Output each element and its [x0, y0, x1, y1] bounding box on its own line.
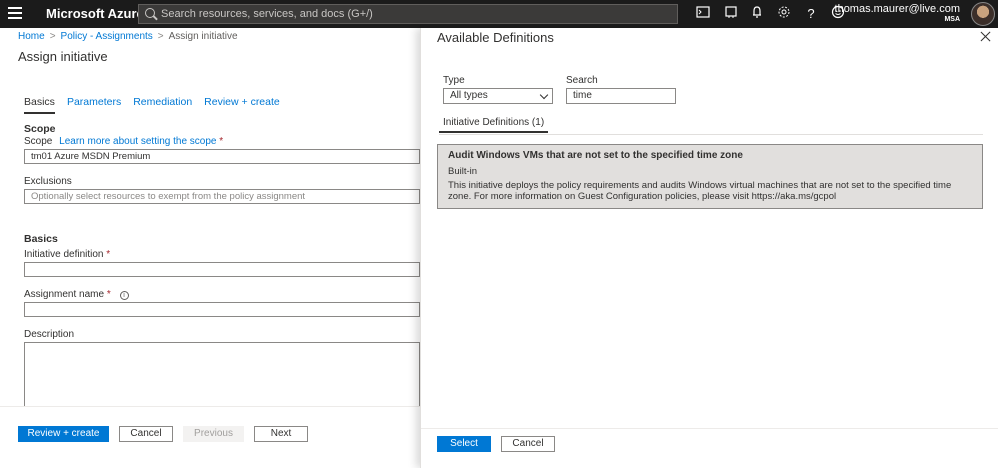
definition-description: This initiative deploys the policy requi… — [448, 180, 952, 202]
required-marker: * — [106, 249, 111, 260]
assignment-label-row: Assignment name * i — [24, 289, 129, 300]
top-bar: Microsoft Azure Search resources, servic… — [0, 0, 998, 28]
tab-initiative-definitions[interactable]: Initiative Definitions (1) — [439, 117, 549, 133]
previous-button[interactable]: Previous — [183, 426, 244, 442]
review-create-button[interactable]: Review + create — [18, 426, 109, 442]
assign-initiative-blade: Home > Policy - Assignments > Assign initiat… — [0, 28, 420, 468]
tab-bar: Basics Parameters Remediation Review + crea… — [24, 96, 292, 114]
definition-title: Audit Windows VMs that are not set to th… — [448, 150, 743, 161]
available-definitions-panel: Available Definitions Type All types Sea… — [420, 28, 998, 468]
required-marker: * — [219, 136, 224, 147]
type-label: Type — [443, 75, 465, 86]
breadcrumb-home[interactable]: Home — [18, 31, 45, 42]
scope-section-heading: Scope — [24, 123, 56, 135]
cloud-shell-icon[interactable] — [694, 5, 712, 23]
initiative-definition-field[interactable] — [24, 262, 420, 277]
required-marker: * — [106, 289, 111, 300]
panel-title: Available Definitions — [437, 30, 554, 45]
tab-remediation[interactable]: Remediation — [133, 96, 192, 112]
page-title: Assign initiative — [18, 49, 108, 64]
breadcrumb-separator-icon: > — [157, 31, 164, 42]
definition-list-item[interactable]: Audit Windows VMs that are not set to th… — [437, 144, 983, 209]
definition-type: Built-in — [448, 166, 478, 177]
tab-basics[interactable]: Basics — [24, 96, 55, 114]
definitions-search-input[interactable]: time — [566, 88, 676, 104]
breadcrumb: Home > Policy - Assignments > Assign initiat… — [18, 31, 238, 42]
panel-cancel-button[interactable]: Cancel — [501, 436, 555, 452]
brand-title[interactable]: Microsoft Azure — [46, 6, 144, 21]
breadcrumb-current: Assign initiative — [168, 31, 238, 42]
scope-field[interactable]: tm01 Azure MSDN Premium — [24, 149, 420, 164]
gear-icon[interactable] — [775, 5, 793, 23]
tab-review-create[interactable]: Review + create — [204, 96, 280, 112]
assignment-name-label: Assignment name — [24, 289, 105, 300]
exclusions-field[interactable]: Optionally select resources to exempt fr… — [24, 189, 420, 204]
search-label: Search — [566, 75, 598, 86]
scope-learn-more-link[interactable]: Learn more about setting the scope — [59, 136, 216, 147]
exclusions-label: Exclusions — [24, 176, 72, 187]
type-dropdown-value: All types — [450, 90, 488, 101]
account-menu[interactable]: thomas.maurer@live.com MSA — [835, 3, 960, 23]
search-icon — [145, 8, 155, 18]
close-icon[interactable] — [980, 31, 992, 43]
search-placeholder: Search resources, services, and docs (G+… — [161, 8, 373, 20]
panel-footer: Select Cancel — [421, 428, 998, 468]
description-label: Description — [24, 329, 75, 340]
initiative-label-row: Initiative definition * — [24, 249, 110, 260]
account-tenant: MSA — [944, 16, 960, 23]
tab-divider — [439, 134, 983, 135]
global-search-input[interactable]: Search resources, services, and docs (G+… — [138, 4, 678, 24]
chevron-down-icon — [539, 90, 549, 100]
breadcrumb-policy-assignments[interactable]: Policy - Assignments — [61, 31, 153, 42]
type-dropdown[interactable]: All types — [443, 88, 553, 104]
help-icon[interactable]: ? — [802, 5, 820, 23]
initiative-definition-label: Initiative definition — [24, 249, 104, 260]
cancel-button[interactable]: Cancel — [119, 426, 173, 442]
bell-icon[interactable] — [748, 5, 766, 23]
scope-label-row: Scope Learn more about setting the scope… — [24, 136, 223, 147]
account-email: thomas.maurer@live.com — [834, 3, 960, 15]
info-icon[interactable]: i — [119, 291, 129, 300]
select-button[interactable]: Select — [437, 436, 491, 452]
assignment-name-field[interactable] — [24, 302, 420, 317]
basics-section-heading: Basics — [24, 233, 58, 245]
scope-label: Scope — [24, 136, 53, 147]
breadcrumb-separator-icon: > — [49, 31, 56, 42]
next-button[interactable]: Next — [254, 426, 308, 442]
avatar[interactable] — [971, 2, 995, 26]
tab-parameters[interactable]: Parameters — [67, 96, 121, 112]
hamburger-menu-icon[interactable] — [8, 7, 22, 21]
directory-filter-icon[interactable] — [722, 5, 740, 23]
description-textarea[interactable] — [24, 342, 420, 408]
left-footer: Review + create Cancel Previous Next — [0, 406, 420, 468]
